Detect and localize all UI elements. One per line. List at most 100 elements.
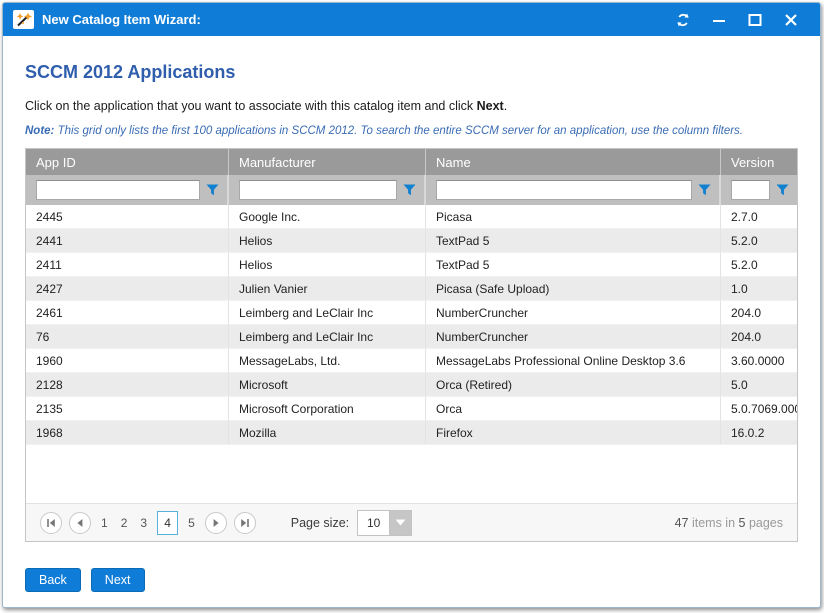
cell-app-id[interactable]: 2128 — [26, 373, 229, 397]
cell-name[interactable]: Picasa — [426, 205, 721, 229]
cell-app-id[interactable]: 1960 — [26, 349, 229, 373]
cell-name[interactable]: Orca (Retired) — [426, 373, 721, 397]
cell-name[interactable]: TextPad 5 — [426, 253, 721, 277]
cell-manufacturer[interactable]: MessageLabs, Ltd. — [229, 349, 426, 373]
refresh-button[interactable] — [672, 10, 694, 30]
cell-name[interactable]: NumberCruncher — [426, 301, 721, 325]
next-page-button[interactable] — [205, 512, 227, 534]
table-row[interactable]: 76 Leimberg and LeClair Inc NumberCrunch… — [26, 325, 797, 349]
wizard-footer: Back Next — [3, 568, 820, 607]
previous-page-button[interactable] — [69, 512, 91, 534]
app-id-filter-input[interactable] — [36, 180, 200, 200]
cell-version[interactable]: 5.2.0 — [721, 229, 797, 253]
cell-manufacturer[interactable]: Helios — [229, 253, 426, 277]
last-page-button[interactable] — [234, 512, 256, 534]
cell-app-id[interactable]: 2445 — [26, 205, 229, 229]
items-count: 47 — [675, 516, 689, 530]
cell-name[interactable]: TextPad 5 — [426, 229, 721, 253]
page-number-1[interactable]: 1 — [98, 516, 111, 530]
pager-controls: 1 2 3 4 5 Page size: 10 — [40, 510, 412, 536]
minimize-button[interactable] — [708, 10, 730, 30]
grid-header-row: App ID Manufacturer Name Version — [26, 149, 797, 175]
table-row[interactable]: 2427 Julien Vanier Picasa (Safe Upload) … — [26, 277, 797, 301]
cell-app-id[interactable]: 2427 — [26, 277, 229, 301]
table-row[interactable]: 2441 Helios TextPad 5 5.2.0 — [26, 229, 797, 253]
table-row[interactable]: 1968 Mozilla Firefox 16.0.2 — [26, 421, 797, 445]
cell-manufacturer[interactable]: Microsoft — [229, 373, 426, 397]
cell-manufacturer[interactable]: Julien Vanier — [229, 277, 426, 301]
cell-app-id[interactable]: 2135 — [26, 397, 229, 421]
filter-cell-app-id — [26, 175, 229, 205]
grid-filter-row — [26, 175, 797, 205]
table-row[interactable]: 1960 MessageLabs, Ltd. MessageLabs Profe… — [26, 349, 797, 373]
next-button[interactable]: Next — [91, 568, 145, 592]
table-row[interactable]: 2461 Leimberg and LeClair Inc NumberCrun… — [26, 301, 797, 325]
cell-version[interactable]: 16.0.2 — [721, 421, 797, 445]
cell-manufacturer[interactable]: Leimberg and LeClair Inc — [229, 301, 426, 325]
cell-manufacturer[interactable]: Mozilla — [229, 421, 426, 445]
version-filter-input[interactable] — [731, 180, 770, 200]
version-filter-icon[interactable] — [776, 184, 789, 196]
cell-name[interactable]: NumberCruncher — [426, 325, 721, 349]
page-size-dropdown[interactable]: 10 — [357, 510, 412, 536]
cell-version[interactable]: 204.0 — [721, 325, 797, 349]
column-header-name[interactable]: Name — [426, 149, 721, 175]
note-label: Note: — [25, 125, 54, 137]
column-header-app-id[interactable]: App ID — [26, 149, 229, 175]
cell-version[interactable]: 204.0 — [721, 301, 797, 325]
name-filter-icon[interactable] — [698, 184, 711, 196]
cell-app-id[interactable]: 2461 — [26, 301, 229, 325]
back-button[interactable]: Back — [25, 568, 81, 592]
column-header-manufacturer[interactable]: Manufacturer — [229, 149, 426, 175]
wizard-wand-icon — [13, 10, 34, 29]
instruction-prefix: Click on the application that you want t… — [25, 99, 477, 113]
cell-app-id[interactable]: 76 — [26, 325, 229, 349]
cell-version[interactable]: 1.0 — [721, 277, 797, 301]
name-filter-input[interactable] — [436, 180, 692, 200]
table-row[interactable]: 2445 Google Inc. Picasa 2.7.0 — [26, 205, 797, 229]
table-row[interactable]: 2128 Microsoft Orca (Retired) 5.0 — [26, 373, 797, 397]
wizard-window: New Catalog Item Wizard: — [2, 2, 821, 608]
close-button[interactable] — [780, 10, 802, 30]
pager-summary: 47 items in 5 pages — [675, 516, 783, 530]
maximize-button[interactable] — [744, 10, 766, 30]
page-number-3[interactable]: 3 — [137, 516, 150, 530]
cell-version[interactable]: 5.0.7069.0000 — [721, 397, 797, 421]
page-number-2[interactable]: 2 — [118, 516, 131, 530]
cell-app-id[interactable]: 1968 — [26, 421, 229, 445]
cell-name[interactable]: Picasa (Safe Upload) — [426, 277, 721, 301]
cell-manufacturer[interactable]: Leimberg and LeClair Inc — [229, 325, 426, 349]
page-number-5[interactable]: 5 — [185, 516, 198, 530]
manufacturer-filter-icon[interactable] — [403, 184, 416, 196]
filter-cell-version — [721, 175, 797, 205]
first-page-button[interactable] — [40, 512, 62, 534]
cell-manufacturer[interactable]: Helios — [229, 229, 426, 253]
table-row[interactable]: 2411 Helios TextPad 5 5.2.0 — [26, 253, 797, 277]
table-row[interactable]: 2135 Microsoft Corporation Orca 5.0.7069… — [26, 397, 797, 421]
note-body: This grid only lists the first 100 appli… — [54, 125, 743, 137]
cell-manufacturer[interactable]: Microsoft Corporation — [229, 397, 426, 421]
cell-manufacturer[interactable]: Google Inc. — [229, 205, 426, 229]
wizard-content: SCCM 2012 Applications Click on the appl… — [3, 36, 820, 568]
column-header-version[interactable]: Version — [721, 149, 797, 175]
current-page-indicator[interactable]: 4 — [157, 511, 178, 535]
manufacturer-filter-input[interactable] — [239, 180, 397, 200]
cell-version[interactable]: 3.60.0000 — [721, 349, 797, 373]
cell-name[interactable]: MessageLabs Professional Online Desktop … — [426, 349, 721, 373]
cell-version[interactable]: 2.7.0 — [721, 205, 797, 229]
app-id-filter-icon[interactable] — [206, 184, 219, 196]
cell-version[interactable]: 5.2.0 — [721, 253, 797, 277]
page-size-group: Page size: 10 — [291, 510, 412, 536]
page-size-label: Page size: — [291, 516, 349, 530]
cell-app-id[interactable]: 2441 — [26, 229, 229, 253]
grid-pager: 1 2 3 4 5 Page size: 10 — [26, 503, 797, 541]
cell-name[interactable]: Firefox — [426, 421, 721, 445]
titlebar-controls — [672, 10, 810, 30]
cell-version[interactable]: 5.0 — [721, 373, 797, 397]
instruction-suffix: . — [504, 99, 507, 113]
note-text: Note: This grid only lists the first 100… — [25, 125, 798, 137]
cell-name[interactable]: Orca — [426, 397, 721, 421]
cell-app-id[interactable]: 2411 — [26, 253, 229, 277]
chevron-down-icon[interactable] — [390, 511, 411, 535]
filter-cell-name — [426, 175, 721, 205]
